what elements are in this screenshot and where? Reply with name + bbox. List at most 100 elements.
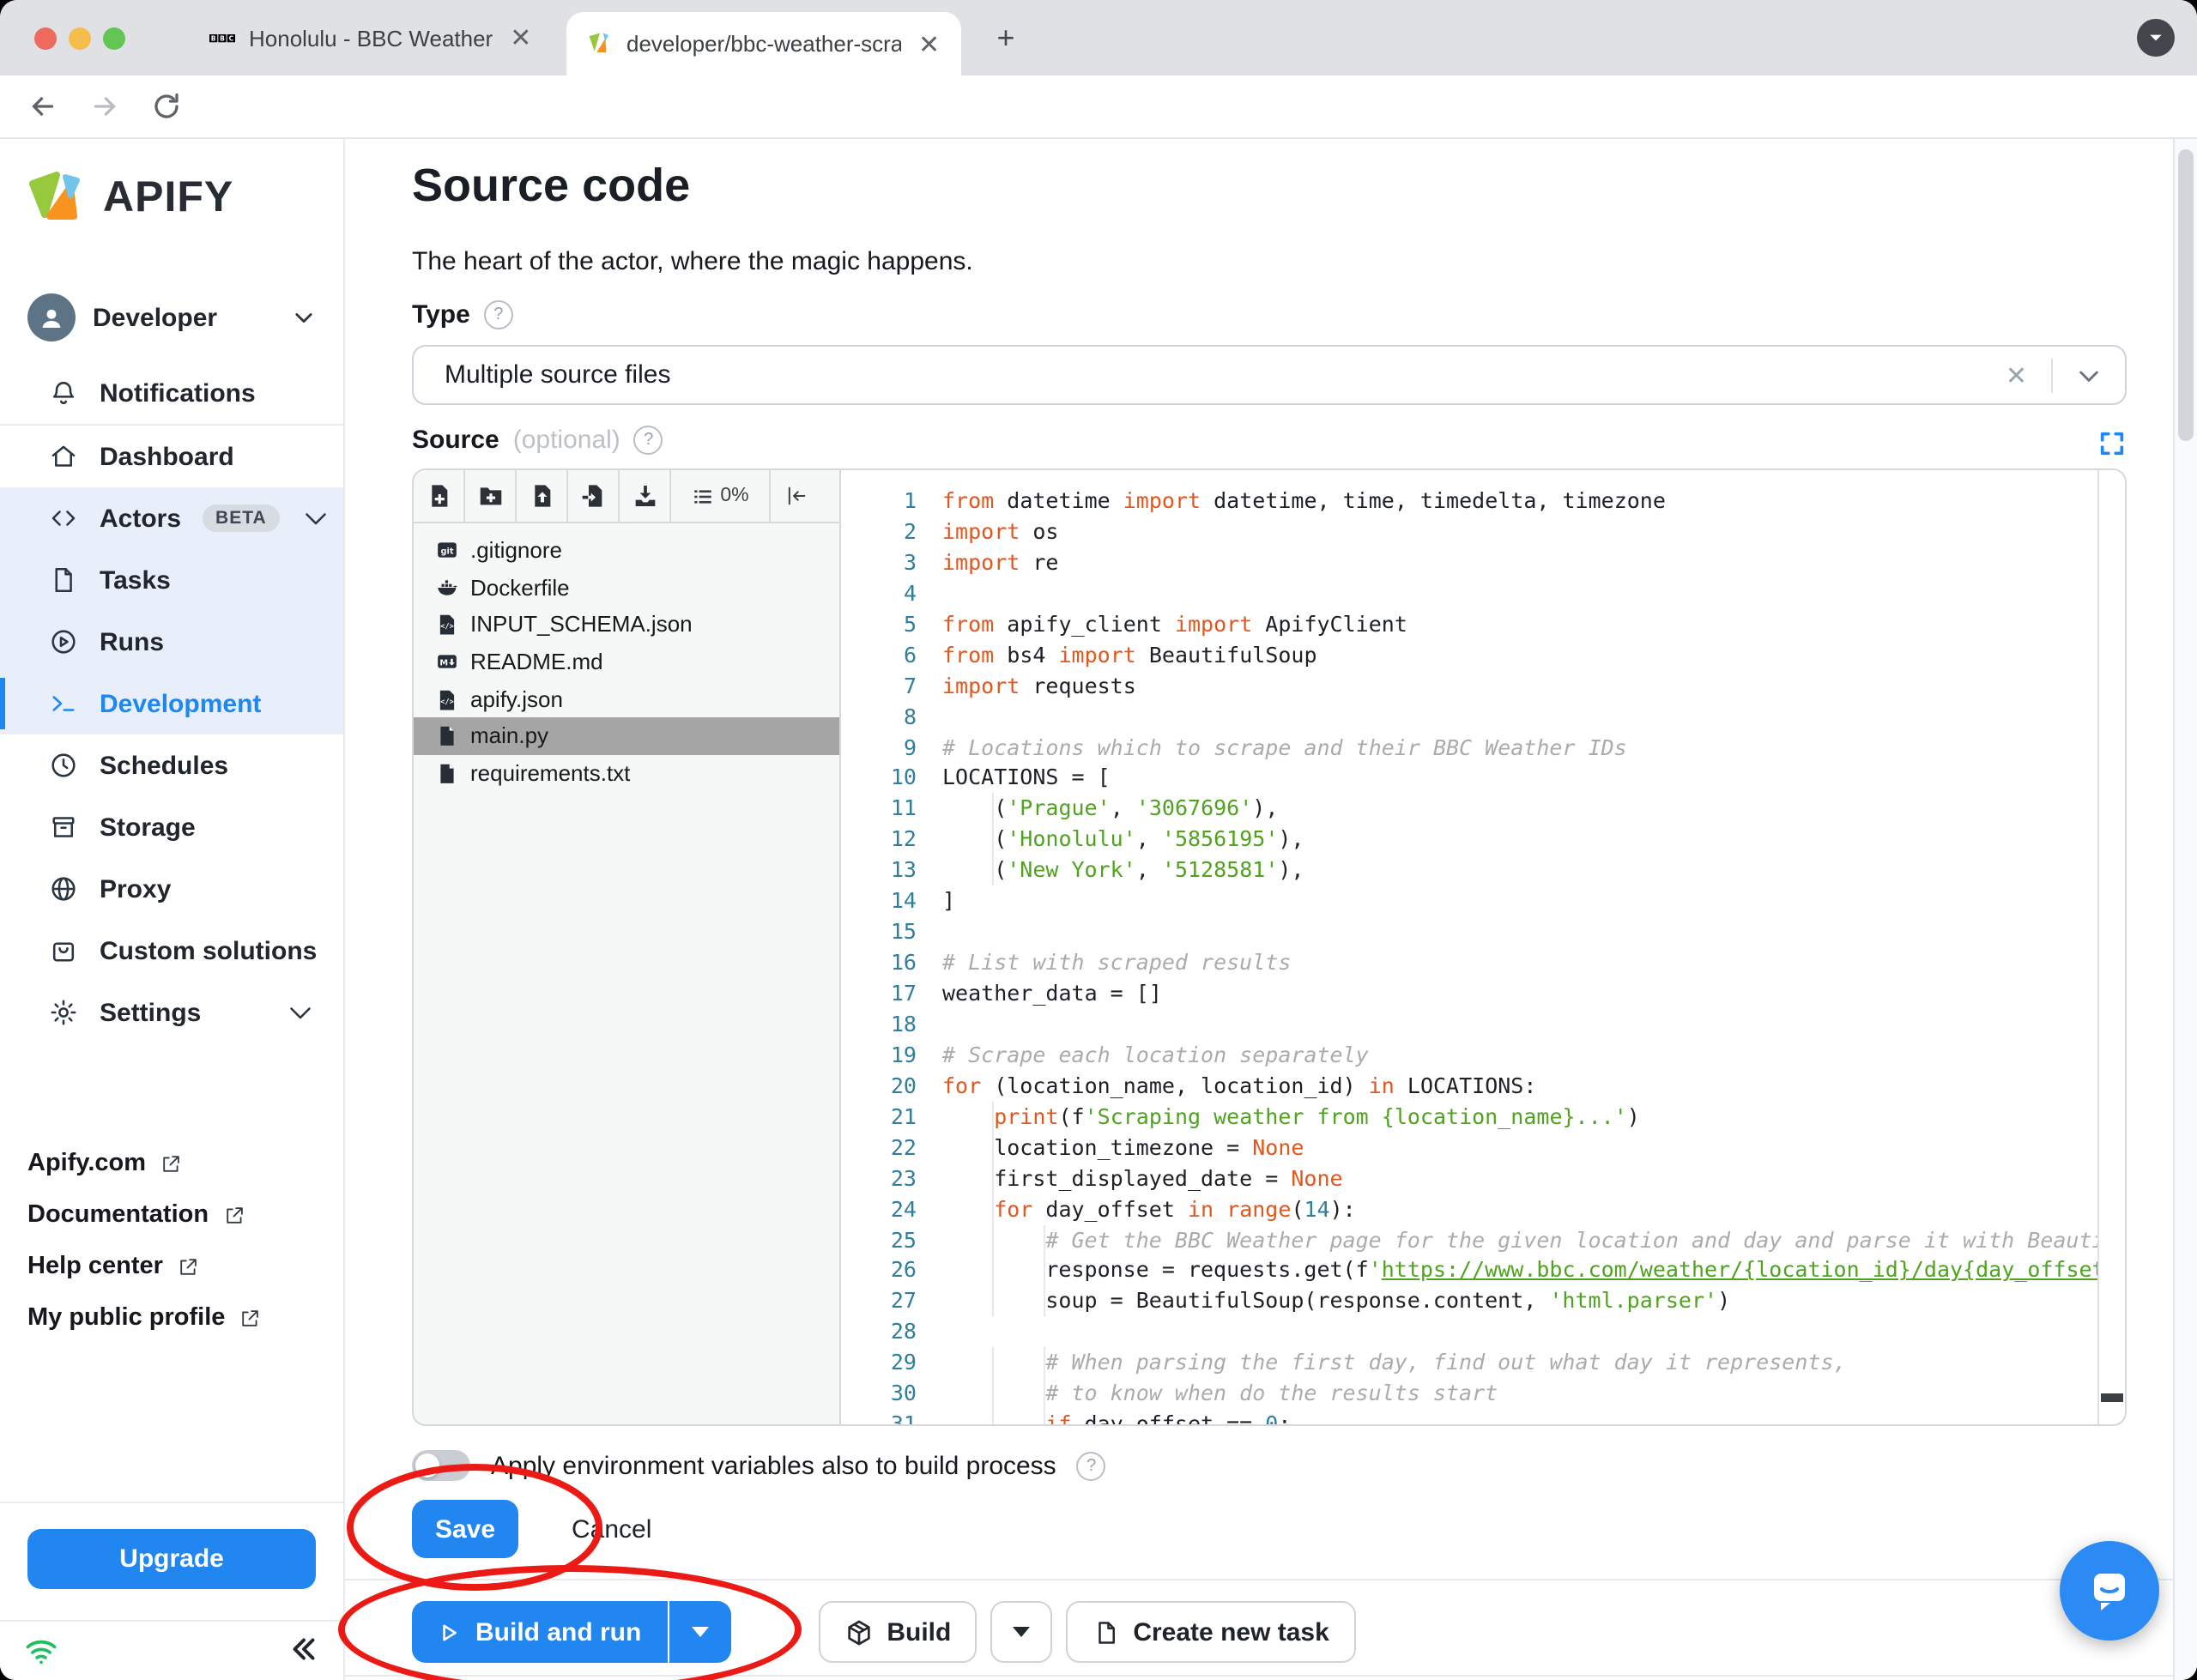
file-item-apify-json[interactable]: </> apify.json	[414, 680, 839, 717]
code-line[interactable]: 23 first_displayed_date = None	[841, 1163, 2125, 1194]
file-item-dockerfile[interactable]: Dockerfile	[414, 569, 839, 606]
page-scrollbar-thumb[interactable]	[2178, 149, 2194, 441]
sidebar-item-proxy[interactable]: Proxy	[0, 858, 343, 920]
build-and-run-button[interactable]: Build and run	[412, 1601, 668, 1663]
sidebar-item-tasks[interactable]: Tasks	[0, 549, 343, 611]
save-button[interactable]: Save	[412, 1500, 518, 1558]
window-close-button[interactable]	[34, 27, 57, 50]
cancel-button[interactable]: Cancel	[572, 1500, 651, 1558]
code-line[interactable]: 17 weather_data = []	[841, 978, 2125, 1009]
file-list: git .gitignore Dockerfile </> INPUT_SCHEMA.j…	[414, 523, 839, 791]
download-button[interactable]	[620, 470, 671, 522]
code-line[interactable]: 12 ('Honolulu', '5856195'),	[841, 825, 2125, 855]
collapse-sidebar-icon[interactable]	[288, 1634, 319, 1665]
tab-close-icon[interactable]: ✕	[918, 28, 940, 59]
new-file-button[interactable]	[414, 470, 465, 522]
code-line[interactable]: 2 import os	[841, 517, 2125, 547]
help-icon[interactable]: ?	[633, 426, 663, 455]
code-line[interactable]: 25 # Get the BBC Weather page for the gi…	[841, 1224, 2125, 1255]
clear-icon[interactable]: ✕	[2006, 360, 2027, 390]
import-file-button[interactable]	[568, 470, 620, 522]
code-line[interactable]: 7 import requests	[841, 670, 2125, 701]
tab-close-icon[interactable]: ✕	[510, 22, 531, 53]
help-icon[interactable]: ?	[483, 300, 513, 329]
build-button[interactable]: Build	[818, 1601, 977, 1663]
code-line[interactable]: 19 # Scrape each location separately	[841, 1040, 2125, 1071]
build-dropdown-button[interactable]	[990, 1601, 1053, 1663]
sidebar-link-my-public-profile[interactable]: My public profile	[0, 1292, 343, 1344]
sidebar-link-documentation[interactable]: Documentation	[0, 1189, 343, 1241]
sidebar-link-apify-com[interactable]: Apify.com	[0, 1138, 343, 1189]
file-item-readme-md[interactable]: M README.md	[414, 644, 839, 680]
sidebar-item-schedules[interactable]: Schedules	[0, 734, 343, 796]
code-line[interactable]: 22 location_timezone = None	[841, 1132, 2125, 1163]
code-line[interactable]: 9 # Locations which to scrape and their B…	[841, 732, 2125, 763]
file-item-gitignore[interactable]: git .gitignore	[414, 532, 839, 569]
code-line[interactable]: 13 ('New York', '5128581'),	[841, 855, 2125, 886]
code-editor[interactable]: 1 from datetime import datetime, time, ti…	[841, 470, 2125, 1424]
code-line[interactable]: 3 import re	[841, 547, 2125, 578]
sidebar-link-help-center[interactable]: Help center	[0, 1241, 343, 1292]
sidebar-item-dashboard[interactable]: Dashboard	[0, 426, 343, 487]
back-icon[interactable]	[27, 91, 58, 122]
upload-file-button[interactable]	[517, 470, 568, 522]
code-line[interactable]: 6 from bs4 import BeautifulSoup	[841, 639, 2125, 670]
page-scrollbar[interactable]	[2173, 139, 2197, 1680]
sidebar-item-storage[interactable]: Storage	[0, 796, 343, 858]
new-tab-button[interactable]: +	[985, 19, 1026, 60]
sidebar-item-notifications[interactable]: Notifications	[0, 362, 343, 424]
fold-left-button[interactable]	[771, 470, 822, 522]
sidebar-item-actors[interactable]: Actors BETA	[0, 487, 343, 549]
caret-down-icon	[691, 1627, 709, 1637]
code-line[interactable]: 26 response = requests.get(f'https://www…	[841, 1255, 2125, 1286]
apify-logo[interactable]: APIFY	[27, 166, 233, 228]
create-new-task-button[interactable]: Create new task	[1066, 1601, 1357, 1663]
code-line[interactable]: 5 from apify_client import ApifyClient	[841, 609, 2125, 640]
code-line[interactable]: 14]	[841, 885, 2125, 916]
json-file-icon: </>	[436, 613, 458, 636]
code-line[interactable]: 4	[841, 578, 2125, 609]
fullscreen-expand-icon[interactable]	[2097, 429, 2127, 458]
file-item-requirements-txt[interactable]: requirements.txt	[414, 754, 839, 791]
upgrade-button[interactable]: Upgrade	[27, 1529, 316, 1589]
code-line[interactable]: 10 LOCATIONS = [	[841, 763, 2125, 794]
build-and-run-dropdown-button[interactable]	[669, 1601, 731, 1663]
help-icon[interactable]: ?	[1076, 1451, 1106, 1480]
chat-launcher-button[interactable]	[2060, 1541, 2159, 1641]
window-minimize-button[interactable]	[69, 27, 91, 50]
code-line[interactable]: 28	[841, 1317, 2125, 1348]
editor-scrollbar[interactable]	[2097, 470, 2125, 1424]
forward-icon[interactable]	[89, 91, 120, 122]
new-folder-button[interactable]	[465, 470, 517, 522]
code-line[interactable]: 11 ('Prague', '3067696'),	[841, 794, 2125, 825]
browser-tab-honolulu-bbc-weather[interactable]: B B C Honolulu - BBC Weather ✕	[192, 0, 566, 76]
browser-tab-developer-bbc-weather-scrape[interactable]: developer/bbc-weather-scrape ✕	[566, 12, 961, 76]
code-line[interactable]: 27 soup = BeautifulSoup(response.content…	[841, 1286, 2125, 1317]
sidebar-item-development[interactable]: Development	[0, 673, 343, 734]
env-vars-toggle[interactable]	[412, 1450, 470, 1481]
sidebar-item-custom-solutions[interactable]: Custom solutions	[0, 920, 343, 982]
code-line[interactable]: 15	[841, 916, 2125, 947]
zoom-level-control[interactable]: 0%	[671, 470, 771, 522]
reload-icon[interactable]	[151, 91, 182, 122]
code-line[interactable]: 20 for (location_name, location_id) in LO…	[841, 1071, 2125, 1102]
file-item-main-py[interactable]: main.py	[414, 716, 839, 755]
code-line[interactable]: 16 # List with scraped results	[841, 947, 2125, 978]
chevron-down-icon[interactable]	[2075, 361, 2103, 389]
code-line[interactable]: 21 print(f'Scraping weather from {locati…	[841, 1102, 2125, 1133]
sidebar-item-settings[interactable]: Settings	[0, 982, 343, 1043]
code-line[interactable]: 29 # When parsing the first day, find ou…	[841, 1348, 2125, 1379]
code-line[interactable]: 31 if day_offset == 0:	[841, 1409, 2125, 1424]
code-line[interactable]: 8	[841, 701, 2125, 732]
code-line[interactable]: 18	[841, 1009, 2125, 1040]
file-item-input-schema-json[interactable]: </> INPUT_SCHEMA.json	[414, 606, 839, 643]
window-zoom-button[interactable]	[103, 27, 125, 50]
account-switcher[interactable]: Developer	[0, 287, 343, 348]
code-line[interactable]: 24 for day_offset in range(14):	[841, 1194, 2125, 1224]
tab-search-icon[interactable]	[2137, 19, 2175, 57]
code-line[interactable]: 30 # to know when do the results start	[841, 1378, 2125, 1409]
editor-scrollbar-thumb[interactable]	[2101, 1393, 2123, 1402]
sidebar-item-runs[interactable]: Runs	[0, 611, 343, 673]
code-line[interactable]: 1 from datetime import datetime, time, ti…	[841, 486, 2125, 517]
type-select[interactable]: Multiple source files ✕	[412, 345, 2127, 405]
